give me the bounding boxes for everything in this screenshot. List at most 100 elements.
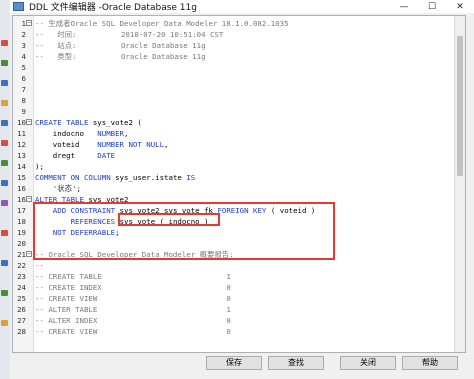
help-button[interactable]: 帮助 bbox=[402, 356, 458, 370]
close-button[interactable]: 关闭 bbox=[340, 356, 396, 370]
code-line[interactable]: 27 -- ALTER INDEX 0 bbox=[13, 315, 453, 326]
code-line[interactable]: 14); bbox=[13, 161, 453, 172]
toolbar-icon bbox=[1, 180, 8, 186]
code-text: -- CREATE VIEW 0 bbox=[35, 326, 231, 337]
toolbar-icon bbox=[1, 320, 8, 326]
window-title: DDL 文件编辑器 -Oracle Database 11g bbox=[29, 3, 197, 13]
line-number: 23 bbox=[17, 272, 26, 281]
line-number: 25 bbox=[17, 294, 26, 303]
line-number: 3 bbox=[21, 41, 26, 50]
code-text: -- ALTER INDEX 0 bbox=[35, 315, 231, 326]
code-token: sys_user.istate bbox=[110, 173, 187, 182]
line-number: 4 bbox=[21, 52, 26, 61]
scrollbar-thumb[interactable] bbox=[457, 36, 463, 176]
line-number: 11 bbox=[17, 129, 26, 138]
code-text: voteid NUMBER NOT NULL, bbox=[35, 139, 169, 150]
code-text: dregt DATE bbox=[35, 150, 115, 161]
code-text: -- 时间: 2018-07-20 10:51:04 CST bbox=[35, 29, 223, 40]
code-text: COMMENT ON COLUMN sys_user.istate IS bbox=[35, 172, 195, 183]
fold-toggle-icon[interactable]: − bbox=[26, 119, 32, 125]
code-line[interactable]: 9 bbox=[13, 106, 453, 117]
code-line[interactable]: 3 -- 站点: Oracle Database 11g bbox=[13, 40, 453, 51]
toolbar-icon bbox=[1, 60, 8, 66]
code-line[interactable]: 26 -- ALTER TABLE 1 bbox=[13, 304, 453, 315]
line-number: 26 bbox=[17, 305, 26, 314]
code-line[interactable]: 25 -- CREATE VIEW 0 bbox=[13, 293, 453, 304]
code-token: -- ALTER TABLE 1 bbox=[35, 305, 231, 314]
code-text: CREATE TABLE sys_vote2 ( bbox=[35, 117, 142, 128]
code-token: DATE bbox=[97, 151, 116, 160]
code-token: -- ALTER INDEX 0 bbox=[35, 316, 231, 325]
code-token: CREATE TABLE bbox=[35, 118, 89, 127]
vertical-scrollbar[interactable] bbox=[454, 16, 465, 352]
code-line[interactable]: 13 dregt DATE bbox=[13, 150, 453, 161]
line-number: 21 bbox=[17, 250, 26, 259]
code-line[interactable]: 28 -- CREATE VIEW 0 bbox=[13, 326, 453, 337]
code-line[interactable]: 11 indocno NUMBER, bbox=[13, 128, 453, 139]
line-number: 14 bbox=[17, 162, 26, 171]
line-number: 13 bbox=[17, 151, 26, 160]
code-token: -- 站点: Oracle Database 11g bbox=[35, 41, 206, 50]
highlight-box-alter-table bbox=[33, 202, 335, 260]
ddl-editor-window: DDL 文件编辑器 -Oracle Database 11g — ☐ ✕ 1− -… bbox=[10, 0, 474, 379]
save-button[interactable]: 保存 bbox=[206, 356, 262, 370]
line-number: 1 bbox=[21, 19, 26, 28]
code-line[interactable]: 24 -- CREATE INDEX 0 bbox=[13, 282, 453, 293]
toolbar-icon bbox=[1, 160, 8, 166]
code-text: -- 类型: Oracle Database 11g bbox=[35, 51, 206, 62]
code-line[interactable]: 15 COMMENT ON COLUMN sys_user.istate IS bbox=[13, 172, 453, 183]
code-text: -- ALTER TABLE 1 bbox=[35, 304, 231, 315]
code-token: -- CREATE VIEW 0 bbox=[35, 294, 231, 303]
code-token: IS bbox=[186, 173, 196, 182]
code-token: -- bbox=[35, 261, 44, 270]
code-line[interactable]: 10− CREATE TABLE sys_vote2 ( bbox=[13, 117, 453, 128]
toolbar-icon bbox=[1, 260, 8, 266]
code-line[interactable]: 7 bbox=[13, 84, 453, 95]
code-text: -- 生成者Oracle SQL Developer Data Modeler … bbox=[35, 18, 289, 29]
code-token: ); bbox=[35, 162, 44, 171]
code-text: indocno NUMBER, bbox=[35, 128, 129, 139]
title-bar[interactable]: DDL 文件编辑器 -Oracle Database 11g — ☐ ✕ bbox=[10, 0, 474, 13]
code-text: -- 站点: Oracle Database 11g bbox=[35, 40, 206, 51]
code-line[interactable]: 2 -- 时间: 2018-07-20 10:51:04 CST bbox=[13, 29, 453, 40]
code-line[interactable]: 22 -- bbox=[13, 260, 453, 271]
minimize-button[interactable]: — bbox=[390, 0, 418, 13]
code-token: COMMENT ON COLUMN bbox=[35, 173, 111, 182]
code-line[interactable]: 8 bbox=[13, 95, 453, 106]
code-text: -- CREATE INDEX 0 bbox=[35, 282, 231, 293]
code-line[interactable]: 6 bbox=[13, 73, 453, 84]
code-line[interactable]: 5 bbox=[13, 62, 453, 73]
toolbar-icon bbox=[1, 140, 8, 146]
find-button[interactable]: 查找 bbox=[268, 356, 324, 370]
code-token: , bbox=[164, 140, 169, 149]
line-number: 10 bbox=[17, 118, 26, 127]
code-text: '状态'; bbox=[35, 183, 81, 194]
toolbar-icon bbox=[1, 230, 8, 236]
highlight-box-constraint-name bbox=[118, 213, 220, 226]
fold-toggle-icon[interactable]: − bbox=[26, 196, 32, 202]
code-token: , bbox=[124, 129, 129, 138]
line-number: 16 bbox=[17, 184, 26, 193]
fold-toggle-icon[interactable]: − bbox=[26, 251, 32, 257]
close-window-button[interactable]: ✕ bbox=[446, 0, 474, 13]
code-line[interactable]: 23 -- CREATE TABLE 1 bbox=[13, 271, 453, 282]
code-line[interactable]: 4 -- 类型: Oracle Database 11g bbox=[13, 51, 453, 62]
line-number: 24 bbox=[17, 283, 26, 292]
line-number: 27 bbox=[17, 316, 26, 325]
line-number: 12 bbox=[17, 140, 26, 149]
code-line[interactable]: 16 '状态'; bbox=[13, 183, 453, 194]
code-editor[interactable]: 1− -- 生成者Oracle SQL Developer Data Modele… bbox=[12, 15, 466, 353]
code-line[interactable]: 12 voteid NUMBER NOT NULL, bbox=[13, 139, 453, 150]
code-text: -- bbox=[35, 260, 44, 271]
toolbar-icon bbox=[1, 120, 8, 126]
code-line[interactable]: 1− -- 生成者Oracle SQL Developer Data Modele… bbox=[13, 18, 453, 29]
fold-toggle-icon[interactable]: − bbox=[26, 20, 32, 26]
code-token: ; bbox=[76, 184, 81, 193]
toolbar-icon bbox=[1, 80, 8, 86]
line-number: 28 bbox=[17, 327, 26, 336]
maximize-button[interactable]: ☐ bbox=[418, 0, 446, 13]
line-number: 18 bbox=[17, 217, 26, 226]
line-number: 6 bbox=[21, 74, 26, 83]
code-token: dregt bbox=[35, 151, 98, 160]
code-text: ); bbox=[35, 161, 44, 172]
